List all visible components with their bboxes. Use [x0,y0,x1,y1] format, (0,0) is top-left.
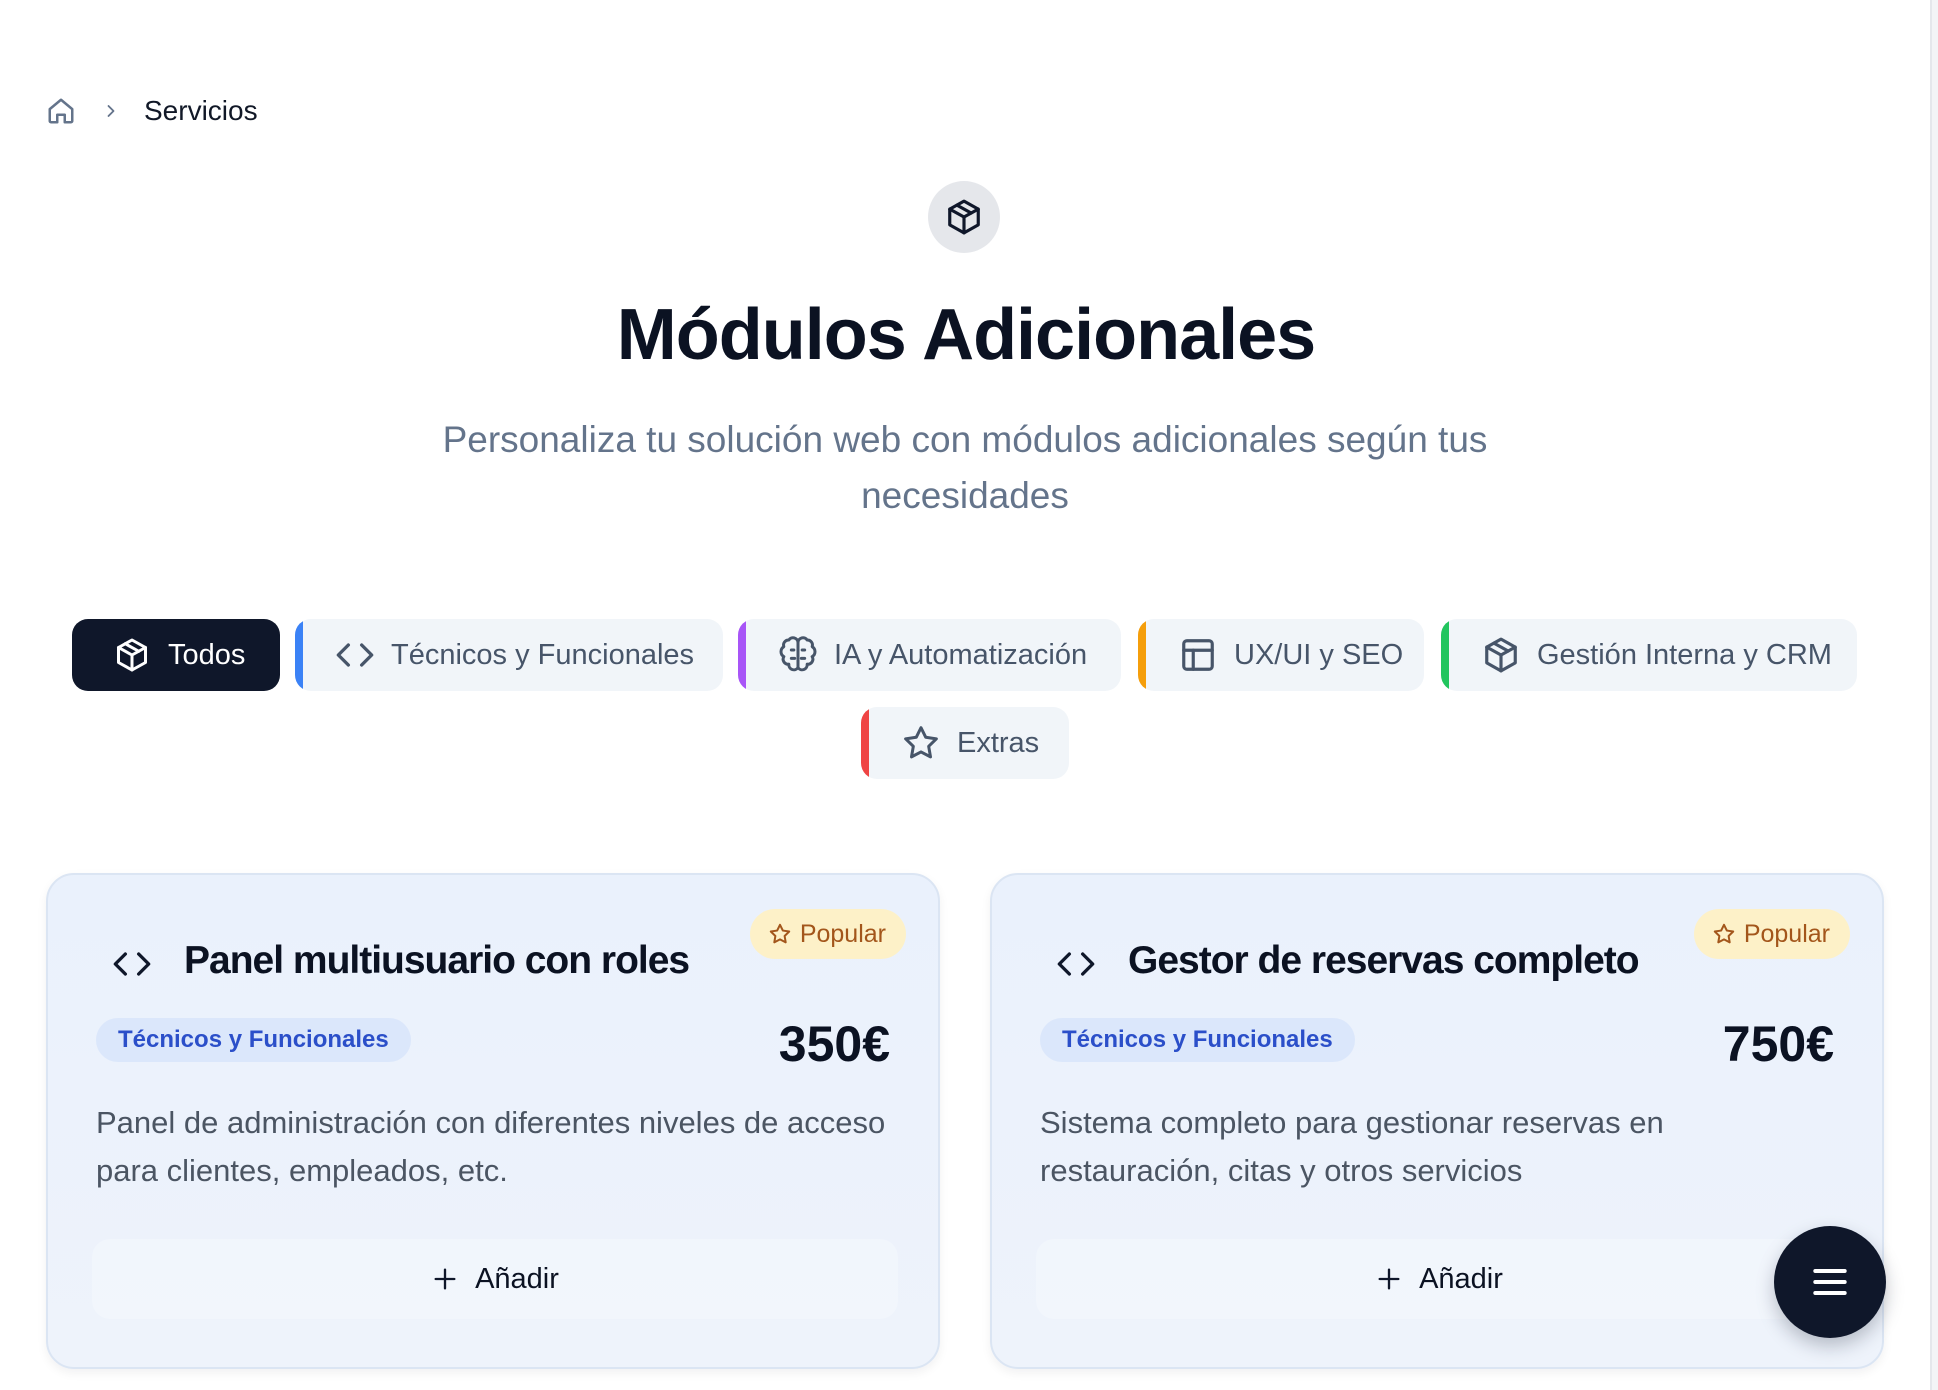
tab-gestion-interna-crm[interactable]: Gestión Interna y CRM [1441,619,1857,691]
page: Servicios Módulos Adicionales Personaliz… [0,0,1932,1390]
breadcrumb: Servicios [44,94,258,128]
code-icon [335,635,375,675]
package-icon [112,635,152,675]
plus-icon [431,1265,459,1293]
category-badge: Técnicos y Funcionales [1040,1018,1355,1062]
tab-accent-bar [1138,619,1146,691]
popular-badge-label: Popular [1743,919,1830,948]
tab-label: Gestión Interna y CRM [1537,638,1832,671]
tab-ia-automatizacion[interactable]: IA y Automatización [738,619,1121,691]
package-icon [928,181,1000,253]
code-icon [110,942,154,986]
module-card: Gestor de reservas completo Popular Técn… [990,873,1884,1369]
card-price: 750€ [1722,1016,1834,1072]
tab-label: Técnicos y Funcionales [391,638,695,671]
card-title: Gestor de reservas completo [1128,939,1640,982]
star-icon [901,723,941,763]
tab-todos[interactable]: Todos [72,619,280,691]
tab-label: IA y Automatización [834,638,1088,671]
page-subtitle: Personaliza tu solución web con módulos … [442,419,1488,516]
layout-icon [1178,635,1218,675]
tab-accent-bar [861,707,869,779]
breadcrumb-current: Servicios [144,95,258,126]
popular-badge: Popular [1693,909,1850,959]
tab-extras[interactable]: Extras [861,707,1069,779]
tab-label: UX/UI y SEO [1234,638,1404,671]
module-card: Panel multiusuario con roles Popular Téc… [46,873,940,1369]
menu-button[interactable] [1774,1226,1886,1338]
card-description: Sistema completo para gestionar reservas… [1040,1105,1664,1188]
category-badge: Técnicos y Funcionales [96,1018,411,1062]
page-title: Módulos Adicionales [616,295,1316,375]
window-edge [1932,0,1938,1390]
add-button[interactable]: Añadir [92,1239,898,1319]
card-price: 350€ [778,1016,890,1072]
code-icon [1054,942,1098,986]
tab-tecnicos-funcionales[interactable]: Técnicos y Funcionales [295,619,723,691]
menu-icon [1808,1260,1852,1304]
tab-uxui-seo[interactable]: UX/UI y SEO [1138,619,1424,691]
chevron-right-icon [94,94,128,128]
star-icon [1712,922,1736,946]
home-icon[interactable] [44,94,78,128]
card-title: Panel multiusuario con roles [184,939,690,982]
add-button-label: Añadir [1419,1262,1503,1295]
popular-badge-label: Popular [799,919,886,948]
tab-accent-bar [1441,619,1449,691]
card-description: Panel de administración con diferentes n… [96,1105,886,1188]
tab-accent-bar [295,619,303,691]
star-icon [768,922,792,946]
tab-accent-bar [738,619,746,691]
tab-label: Extras [957,726,1040,759]
add-button[interactable]: Añadir [1036,1239,1842,1319]
brain-icon [778,635,818,675]
plus-icon [1375,1265,1403,1293]
popular-badge: Popular [749,909,906,959]
add-button-label: Añadir [475,1262,559,1295]
package-icon [1481,635,1521,675]
tab-label: Todos [168,638,246,671]
